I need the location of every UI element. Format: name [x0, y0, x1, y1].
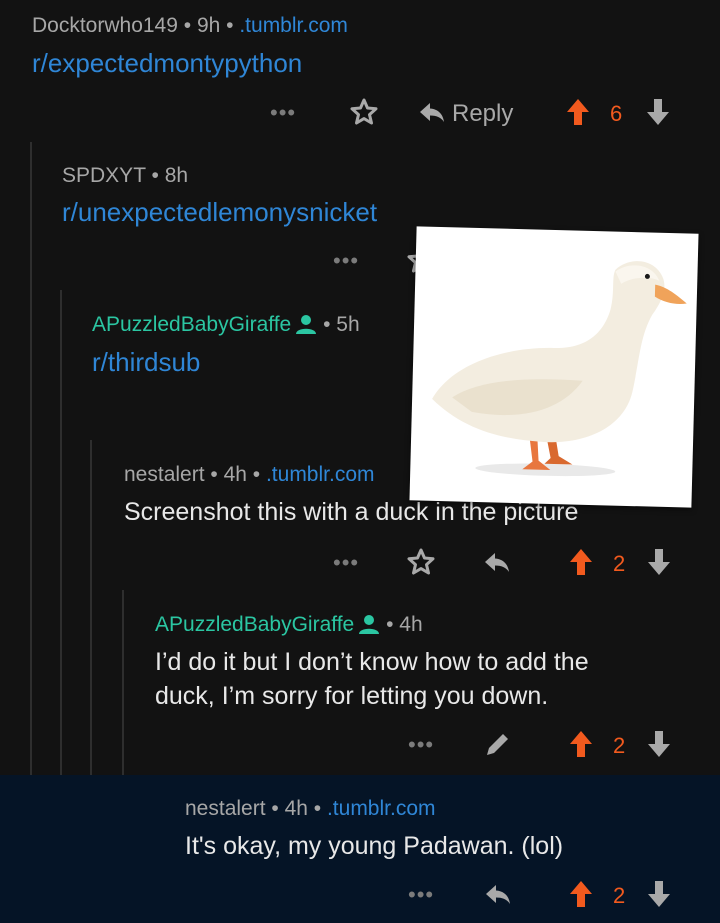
comment-actions: ••• 2: [333, 546, 678, 586]
username[interactable]: nestalert: [185, 797, 266, 820]
comment-meta: APuzzledBabyGiraffe • 4h: [155, 613, 423, 636]
domain-link[interactable]: .tumblr.com: [327, 797, 436, 820]
domain-link[interactable]: .tumblr.com: [266, 463, 375, 486]
username[interactable]: APuzzledBabyGiraffe: [155, 613, 354, 636]
comment-meta: SPDXYT • 8h: [62, 164, 189, 187]
thread-line-2: [60, 290, 62, 775]
vote-count: 2: [613, 551, 626, 576]
comment-meta: Docktorwho149 • 9h • .tumblr.com: [32, 14, 348, 37]
upvote-arrow-icon[interactable]: [565, 728, 597, 760]
thread-line-3: [90, 440, 92, 775]
downvote-arrow-icon[interactable]: [643, 546, 675, 578]
downvote-arrow-icon[interactable]: [643, 728, 675, 760]
subreddit-link[interactable]: r/expectedmontypython: [32, 48, 302, 79]
username[interactable]: APuzzledBabyGiraffe: [92, 313, 291, 336]
downvote-arrow-icon[interactable]: [643, 878, 675, 910]
comment-meta: APuzzledBabyGiraffe • 5h: [92, 313, 360, 336]
duck-illustration: [432, 261, 687, 477]
more-options-button[interactable]: •••: [408, 882, 434, 908]
timestamp: 4h: [284, 797, 308, 820]
comment-actions: ••• 2: [408, 728, 678, 768]
upvote-arrow-icon[interactable]: [565, 878, 597, 910]
vote-count: 2: [613, 883, 626, 908]
upvote-arrow-icon[interactable]: [562, 96, 594, 128]
subreddit-link[interactable]: r/unexpectedlemonysnicket: [62, 197, 377, 228]
comment-meta: nestalert • 4h • .tumblr.com: [185, 797, 436, 820]
timestamp: 8h: [164, 164, 189, 187]
comment-body: It's okay, my young Padawan. (lol): [185, 832, 564, 860]
save-star-icon[interactable]: [348, 96, 380, 128]
username[interactable]: nestalert: [124, 463, 205, 486]
comment-actions: ••• Reply 6: [270, 96, 690, 136]
timestamp: 4h: [223, 463, 247, 486]
more-options-button[interactable]: •••: [333, 248, 359, 274]
duck-photo: [409, 226, 699, 508]
thread-line-4: [122, 590, 124, 775]
downvote-arrow-icon[interactable]: [642, 96, 674, 128]
timestamp: 5h: [336, 313, 360, 336]
save-star-icon[interactable]: [405, 546, 437, 578]
timestamp: 9h: [196, 14, 221, 37]
op-person-icon: [296, 315, 317, 334]
comment-meta: nestalert • 4h • .tumblr.com: [124, 463, 375, 486]
more-options-button[interactable]: •••: [408, 732, 434, 758]
reply-button[interactable]: Reply: [452, 100, 513, 128]
reply-arrow-icon[interactable]: [482, 878, 514, 910]
comment-actions: ••• 2: [408, 878, 678, 918]
more-options-button[interactable]: •••: [333, 550, 359, 576]
thread-line-1: [30, 142, 32, 775]
username[interactable]: Docktorwho149: [32, 14, 178, 37]
domain-link[interactable]: .tumblr.com: [239, 14, 348, 37]
op-person-icon: [359, 615, 380, 634]
reply-arrow-icon[interactable]: [416, 96, 448, 128]
timestamp: 4h: [399, 613, 423, 636]
vote-count: 6: [610, 101, 623, 126]
edit-pencil-icon[interactable]: [482, 728, 514, 760]
reply-arrow-icon[interactable]: [481, 546, 513, 578]
comment-body: I’d do it but I don’t know how to add th…: [155, 648, 589, 710]
vote-count: 2: [613, 733, 626, 758]
username[interactable]: SPDXYT: [62, 164, 146, 187]
subreddit-link[interactable]: r/thirdsub: [92, 347, 200, 378]
upvote-arrow-icon[interactable]: [565, 546, 597, 578]
more-options-button[interactable]: •••: [270, 100, 296, 126]
